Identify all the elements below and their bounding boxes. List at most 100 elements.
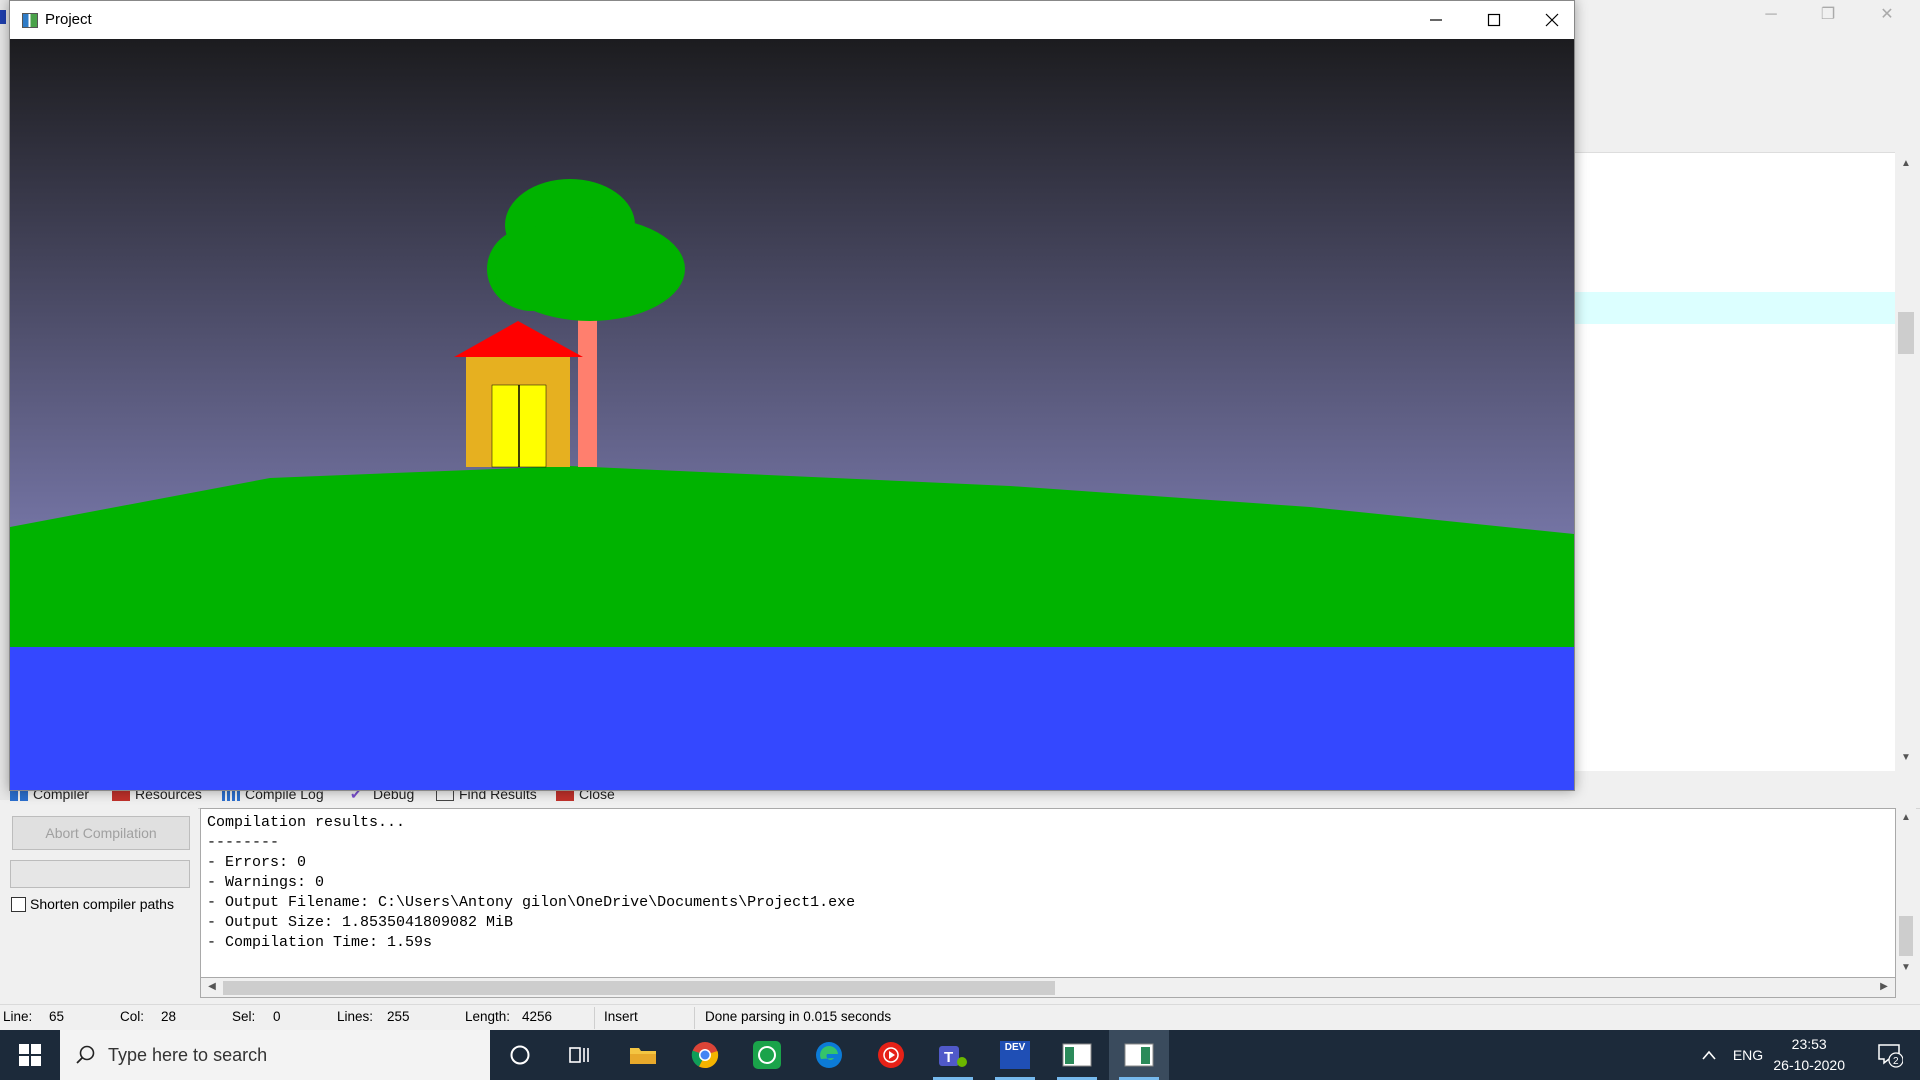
- start-button[interactable]: [0, 1030, 60, 1080]
- maximize-button[interactable]: [1465, 1, 1523, 39]
- status-col-label: Col:: [120, 1009, 145, 1024]
- action-center-button[interactable]: 2: [1866, 1030, 1914, 1080]
- app-window-button[interactable]: [1047, 1030, 1107, 1080]
- project-window-title: Project: [45, 11, 92, 28]
- scroll-right-icon[interactable]: ▶: [1875, 978, 1893, 996]
- scroll-left-icon[interactable]: ◀: [203, 978, 221, 996]
- app-window-icon: [1062, 1043, 1092, 1067]
- chrome-button[interactable]: [675, 1030, 735, 1080]
- taskbar-search-box[interactable]: Type here to search: [60, 1030, 490, 1080]
- status-bar: Line: 65 Col: 28 Sel: 0 Lines: 255 Lengt…: [0, 1004, 1920, 1031]
- project-title-bar[interactable]: Project: [10, 1, 1574, 39]
- language-indicator[interactable]: ENG: [1728, 1030, 1768, 1080]
- status-lines-label: Lines:: [337, 1009, 374, 1024]
- compile-progress-bar: [10, 860, 190, 888]
- chrome-icon: [691, 1042, 719, 1069]
- ide-app-icon: [0, 10, 6, 24]
- status-mode: Insert: [604, 1009, 638, 1024]
- clock-time: 23:53: [1791, 1036, 1827, 1052]
- svg-text:T: T: [944, 1049, 953, 1066]
- taskbar: Type here to search T DEV ENG 23:53 26-1…: [0, 1030, 1920, 1080]
- file-explorer-button[interactable]: [613, 1030, 673, 1080]
- scroll-thumb[interactable]: [1899, 916, 1913, 956]
- status-separator: [594, 1007, 595, 1029]
- water: [10, 647, 1574, 790]
- teams-button[interactable]: T: [923, 1030, 983, 1080]
- close-button[interactable]: [1523, 1, 1581, 39]
- status-sel-label: Sel:: [232, 1009, 256, 1024]
- current-line-highlight: [1572, 292, 1895, 324]
- teams-icon: T: [939, 1046, 967, 1067]
- ide-minimize-icon[interactable]: ─: [1746, 2, 1796, 28]
- log-line: - Compilation Time: 1.59s: [207, 934, 433, 951]
- clock-date: 26-10-2020: [1773, 1057, 1845, 1073]
- status-line-label: Line:: [3, 1009, 33, 1024]
- editor-scrollbar[interactable]: ▲ ▼: [1895, 152, 1917, 770]
- show-hidden-icons-button[interactable]: [1694, 1030, 1724, 1080]
- system-tray: ENG 23:53 26-10-2020 2: [1660, 1030, 1920, 1080]
- scroll-thumb[interactable]: [1898, 312, 1914, 354]
- shorten-paths-option[interactable]: Shorten compiler paths: [11, 896, 174, 912]
- ide-restore-icon[interactable]: ❐: [1803, 2, 1853, 28]
- log-line: --------: [207, 834, 280, 851]
- scroll-up-icon[interactable]: ▲: [1896, 808, 1916, 828]
- ide-close-icon[interactable]: ✕: [1862, 2, 1912, 28]
- task-view-button[interactable]: [550, 1030, 610, 1080]
- chevron-up-icon: [1702, 1050, 1716, 1060]
- status-col-value: 28: [161, 1009, 177, 1024]
- status-length-value: 4256: [522, 1009, 553, 1024]
- log-horizontal-scrollbar[interactable]: ◀ ▶: [200, 978, 1896, 998]
- minimize-button[interactable]: [1407, 1, 1465, 39]
- whatsapp-icon: [753, 1041, 781, 1069]
- scroll-down-icon[interactable]: ▼: [1896, 958, 1916, 978]
- status-separator: [694, 1007, 695, 1029]
- compile-controls: Abort Compilation Shorten compiler paths: [0, 808, 198, 1004]
- notification-count: 2: [1893, 1056, 1899, 1067]
- project-app-icon: [22, 13, 38, 28]
- code-editor[interactable]: [1572, 152, 1895, 771]
- abort-compilation-button[interactable]: Abort Compilation: [12, 816, 190, 850]
- status-message: Done parsing in 0.015 seconds: [705, 1009, 892, 1024]
- edge-button[interactable]: [799, 1030, 859, 1080]
- whatsapp-button[interactable]: [737, 1030, 797, 1080]
- youtube-music-icon: [878, 1042, 904, 1068]
- edge-icon: [816, 1042, 842, 1068]
- devcpp-icon-label: DEV: [1004, 1042, 1026, 1053]
- status-sel-value: 0: [273, 1009, 281, 1024]
- scroll-up-icon[interactable]: ▲: [1895, 154, 1917, 174]
- notification-icon: 2: [1878, 1044, 1903, 1068]
- devcpp-button[interactable]: DEV: [985, 1030, 1045, 1080]
- log-line: Compilation results...: [207, 814, 406, 831]
- windows-logo-icon: [19, 1044, 41, 1066]
- scroll-down-icon[interactable]: ▼: [1895, 748, 1917, 768]
- search-placeholder: Type here to search: [108, 1044, 268, 1065]
- graphics-canvas: [10, 39, 1574, 790]
- shorten-paths-label: Shorten compiler paths: [30, 896, 174, 912]
- project-window-icon: [1124, 1043, 1154, 1067]
- cortana-icon: [510, 1045, 530, 1065]
- log-line: - Output Filename: C:\Users\Antony gilon…: [207, 894, 856, 911]
- maximize-icon: [1487, 13, 1501, 27]
- log-line: - Output Size: 1.8535041809082 MiB: [207, 914, 514, 931]
- status-line-value: 65: [49, 1009, 65, 1024]
- log-line: - Errors: 0: [207, 854, 307, 871]
- tree-trunk: [578, 311, 597, 467]
- project-window-button[interactable]: [1109, 1030, 1169, 1080]
- project-window[interactable]: Project: [9, 0, 1575, 791]
- compile-log-output[interactable]: Compilation results... -------- - Errors…: [200, 808, 1896, 978]
- youtube-music-button[interactable]: [861, 1030, 921, 1080]
- status-length-label: Length:: [465, 1009, 511, 1024]
- status-lines-value: 255: [387, 1009, 410, 1024]
- devcpp-icon: DEV: [1000, 1041, 1030, 1069]
- log-line: - Warnings: 0: [207, 874, 325, 891]
- close-icon: [1545, 13, 1559, 27]
- task-view-icon: [569, 1047, 589, 1063]
- minimize-icon: [1430, 19, 1442, 21]
- clock[interactable]: 23:53 26-10-2020: [1773, 1034, 1845, 1076]
- file-explorer-icon: [630, 1048, 656, 1064]
- scroll-thumb[interactable]: [223, 981, 1055, 995]
- search-icon: [76, 1045, 95, 1064]
- log-vertical-scrollbar[interactable]: ▲ ▼: [1896, 808, 1916, 978]
- shorten-paths-checkbox[interactable]: [11, 896, 26, 912]
- cortana-button[interactable]: [490, 1030, 550, 1080]
